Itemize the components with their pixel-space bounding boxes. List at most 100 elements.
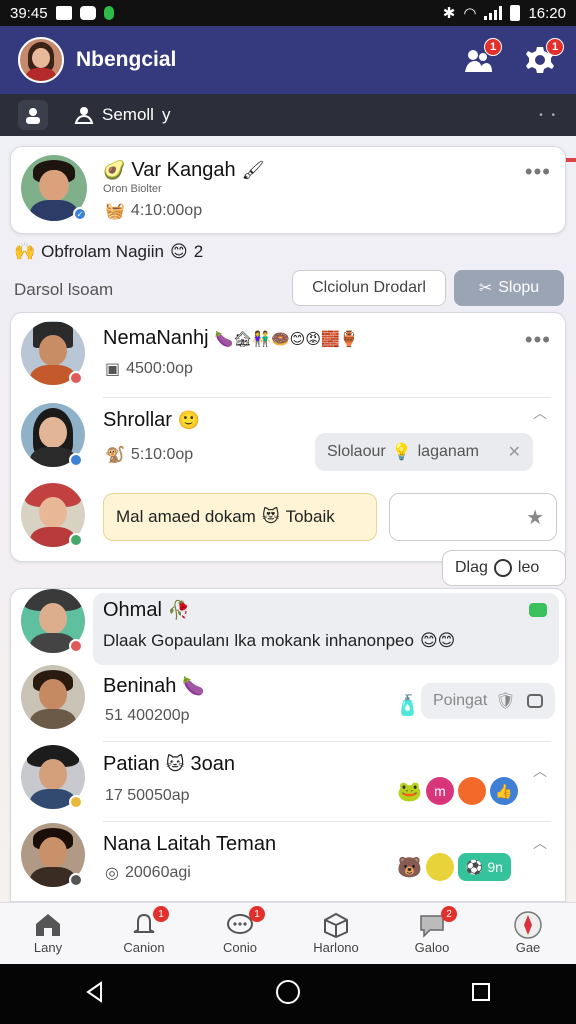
message-text: Dlaak Gopaulanı lka mokank inhanonpeo	[103, 631, 414, 650]
status-bar: 39:45 ✱ ◠ 16:20	[0, 0, 576, 26]
star-icon[interactable]: ★	[526, 505, 544, 530]
chevron-up-icon[interactable]: ︿	[533, 761, 547, 781]
chat-name: Nana Laitah Teman	[103, 833, 277, 855]
profile-avatar[interactable]	[18, 37, 64, 83]
chat-name: Patian	[103, 753, 160, 775]
link-icon: ✂	[478, 280, 493, 297]
signal-icon	[484, 6, 503, 20]
nav-item-galoo[interactable]: 2 Galoo	[384, 903, 480, 964]
more-options-button[interactable]: •••	[525, 159, 551, 185]
frog-icon: 🐸	[397, 780, 422, 803]
pinned-chat-card[interactable]: ✓ 🥑 Var Kangah 🖌 Oron Biolter 🧺 4:10:00o…	[10, 146, 566, 234]
group-title-suffix: 2	[193, 242, 204, 261]
chat-list-card: Ohmal 🥀 Dlaak Gopaulanı lka mokank inhan…	[10, 588, 566, 902]
more-options-button[interactable]: •••	[525, 327, 551, 353]
nav-item-lany[interactable]: Lany	[0, 903, 96, 964]
nav-item-harlono[interactable]: Harlono	[288, 903, 384, 964]
angry-icon	[457, 777, 486, 805]
emoji-icon: 🥀	[167, 600, 191, 620]
like-icon: 👍	[489, 777, 518, 805]
chevron-up-icon[interactable]: ︿	[533, 403, 547, 423]
emoji-icon: 🥑	[103, 160, 126, 180]
nav-label: Canion	[123, 940, 165, 955]
heart-eyes-icon: 😻	[261, 507, 280, 526]
settings-button[interactable]: 1	[522, 38, 564, 78]
online-icon	[69, 533, 83, 547]
nav-item-canion[interactable]: 1 Canion	[96, 903, 192, 964]
list-item[interactable]: NemaNanhj 🍆🏚👫🍩😊😡🧱🏺 ▣ 4500:0op •••	[11, 313, 565, 397]
wifi-icon: ◠	[463, 5, 477, 22]
chat-name: Var Kangah	[131, 159, 236, 181]
emoji-strip: 🍆🏚👫🍩😊😡🧱🏺	[214, 330, 359, 348]
battery-icon	[510, 5, 521, 21]
bulb-icon: 💡	[391, 444, 412, 461]
divider	[103, 821, 551, 822]
recents-button[interactable]	[469, 980, 493, 1009]
app-header: Nbengcial 1 1	[0, 26, 576, 94]
hands-icon: 🙌	[14, 242, 36, 261]
nav-label: Galoo	[414, 940, 450, 955]
close-icon[interactable]: ✕	[508, 442, 521, 462]
avatar	[21, 665, 85, 729]
unread-icon	[529, 603, 547, 617]
reactions[interactable]: 🐸 m 👍	[397, 777, 518, 805]
divider	[103, 741, 551, 742]
chat-name: Shrollar	[103, 409, 172, 431]
search-button[interactable]: Semoll y	[74, 105, 170, 125]
list-item[interactable]: Beninah 🍆 51 400200p 🧴 Poingat 🛡	[11, 663, 565, 741]
floating-chip[interactable]: Dlag leo	[442, 550, 566, 586]
globe-icon: ◎	[105, 865, 119, 882]
status-time-right: 16:20	[528, 4, 566, 22]
compass-icon	[513, 911, 543, 939]
search-suffix: y	[161, 105, 171, 124]
more-icon[interactable]: • •	[539, 110, 558, 121]
ball-icon: ⚽	[465, 858, 484, 875]
chat-name-tail: 3oan	[190, 753, 235, 775]
home-icon	[33, 912, 63, 938]
notifications-badge: 1	[484, 38, 502, 56]
list-item[interactable]: Shrollar 🙂 🐒 5:10:0op Slolaour 💡 laganam…	[11, 397, 565, 481]
chevron-up-icon[interactable]: ︿	[533, 833, 547, 853]
home-button[interactable]	[274, 978, 302, 1011]
primary-filter-button[interactable]: Clciolun Drodarl	[292, 270, 446, 306]
quick-reply-chip[interactable]: Slolaour 💡 laganam ✕	[315, 433, 533, 471]
nav-badge: 1	[249, 906, 265, 922]
emoji-icon: 🙂	[177, 410, 201, 430]
secondary-filter-label: Slopu	[498, 279, 540, 296]
nav-item-gae[interactable]: Gae	[480, 903, 576, 964]
back-button[interactable]	[83, 980, 107, 1009]
list-item[interactable]: Patian 🐱 3oan 17 50050ap 🐸 m 👍 ︿	[11, 743, 565, 823]
chip-label: Poingat	[433, 692, 488, 709]
group-header: 🙌 Obfrolam Nagiin 😊 2	[14, 242, 203, 262]
score-label: 9n	[487, 859, 503, 875]
home-circle-icon	[275, 979, 300, 1004]
list-item[interactable]: Nana Laitah Teman ◎ 20060agi 🐻 ⚽ 9n ︿	[11, 823, 565, 903]
bottom-navigation: Lany 1 Canion 1 Conio Harlono 2 Galoo Ga…	[0, 902, 576, 964]
group-title: Obfrolam Nagiin	[41, 242, 164, 261]
chat-time: 17 50050ap	[105, 787, 190, 804]
system-navigation-bar	[0, 964, 576, 1024]
smile-icon: 😊	[170, 242, 188, 261]
quick-reply-chip[interactable]: Poingat 🛡	[421, 683, 555, 719]
score-chip: ⚽ 9n	[457, 853, 511, 881]
app-icon	[79, 6, 96, 20]
secondary-filter-button[interactable]: ✂ Slopu	[454, 270, 564, 306]
user-search-icon	[74, 107, 94, 124]
status-icon	[69, 639, 83, 653]
emoji-icon: 🖌	[241, 160, 265, 180]
floating-chip-tail: leo	[517, 559, 540, 576]
chat-time: 20060agi	[124, 864, 191, 881]
nav-label: Conio	[223, 940, 257, 955]
nav-label: Gae	[515, 940, 541, 955]
camera-icon[interactable]	[527, 694, 543, 708]
list-item[interactable]: Ohmal 🥀 Dlaak Gopaulanı lka mokank inhan…	[11, 589, 565, 667]
message-bubble[interactable]: Mal amaed dokam 😻 Tobaik	[103, 493, 377, 541]
reply-input[interactable]: ★	[389, 493, 557, 541]
bear-icon: 🐻	[397, 856, 422, 879]
badge-icon: 🛡	[495, 693, 516, 710]
reactions[interactable]: 🐻 ⚽ 9n	[397, 853, 511, 881]
nav-item-conio[interactable]: 1 Conio	[192, 903, 288, 964]
recents-icon	[471, 982, 490, 1001]
contacts-button[interactable]	[18, 100, 48, 130]
notifications-button[interactable]: 1	[460, 38, 502, 78]
